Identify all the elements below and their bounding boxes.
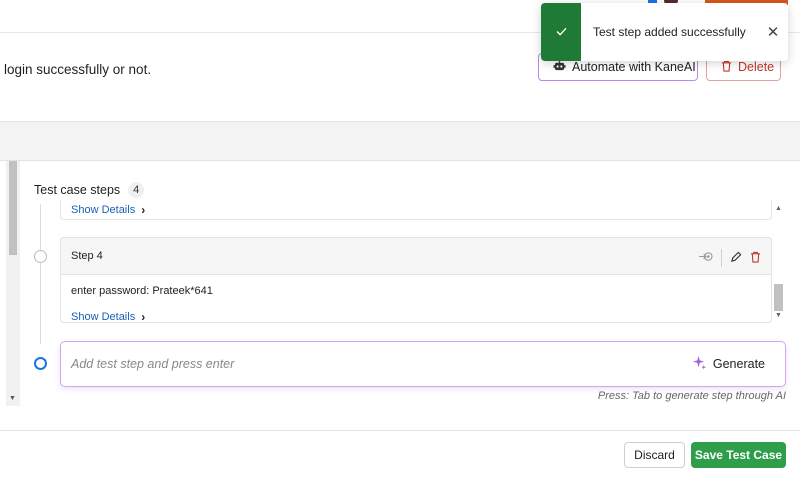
close-icon[interactable]: ✕ [758, 23, 788, 41]
scroll-up-arrow-icon[interactable]: ▲ [775, 205, 782, 212]
scrollbar-thumb[interactable] [774, 284, 783, 311]
section-divider-band [0, 121, 800, 161]
success-toast: Test step added successfully ✕ [541, 3, 788, 61]
step-title: Step 4 [71, 250, 103, 262]
previous-step-card: Show Details › [60, 200, 772, 220]
section-title: Test case steps [34, 183, 121, 197]
step-4-timeline-node [34, 250, 47, 263]
step-details-row: Show Details › [61, 297, 771, 323]
test-case-editor: login successfully or not. Automate with… [0, 0, 800, 478]
trash-icon[interactable] [750, 251, 761, 266]
step-card-header: Step 4 [61, 238, 771, 275]
toast-status-bar [541, 3, 581, 61]
generate-hint: Press: Tab to generate step through AI [597, 390, 786, 402]
pencil-icon[interactable] [730, 251, 742, 266]
add-step-placeholder[interactable]: Add test step and press enter [71, 357, 692, 371]
sparkle-icon [692, 355, 707, 373]
scroll-down-arrow-icon[interactable]: ▼ [775, 312, 782, 319]
test-case-steps-heading: Test case steps 4 [34, 182, 145, 198]
step-text: enter password: Prateek*641 [71, 285, 213, 297]
check-icon [556, 23, 567, 41]
new-step-timeline-node [34, 357, 47, 370]
add-step-input[interactable]: Add test step and press enter Generate [60, 341, 786, 387]
delete-button-label: Delete [738, 60, 775, 74]
save-test-case-button[interactable]: Save Test Case [691, 442, 786, 468]
generate-label: Generate [712, 357, 765, 371]
step-card: Step 4 enter password: Prateek*641 Show … [60, 237, 772, 323]
chevron-right-icon: › [141, 203, 146, 217]
panel-scrollbar[interactable]: ▼ [6, 161, 20, 406]
chevron-right-icon: › [141, 310, 146, 323]
automate-button-label: Automate with KaneAI [572, 60, 696, 74]
steps-scrollbar[interactable]: ▲ ▼ [773, 203, 784, 323]
show-details-link[interactable]: Show Details › [71, 203, 145, 217]
action-divider [721, 249, 722, 267]
show-details-link[interactable]: Show Details › [71, 310, 146, 323]
robot-icon [553, 59, 566, 75]
scrollbar-thumb[interactable] [9, 161, 17, 255]
discard-button[interactable]: Discard [624, 442, 685, 468]
show-details-label: Show Details [71, 311, 136, 323]
step-actions [698, 249, 761, 267]
steps-timeline-line [40, 204, 41, 344]
toast-message: Test step added successfully [593, 25, 746, 39]
scroll-down-arrow-icon[interactable]: ▼ [9, 395, 16, 402]
generate-button[interactable]: Generate [692, 355, 765, 373]
navigate-icon[interactable] [698, 250, 713, 266]
trash-icon [721, 60, 732, 75]
show-details-label: Show Details [71, 204, 136, 216]
steps-count-badge: 4 [128, 182, 145, 198]
test-case-description: login successfully or not. [4, 62, 152, 77]
